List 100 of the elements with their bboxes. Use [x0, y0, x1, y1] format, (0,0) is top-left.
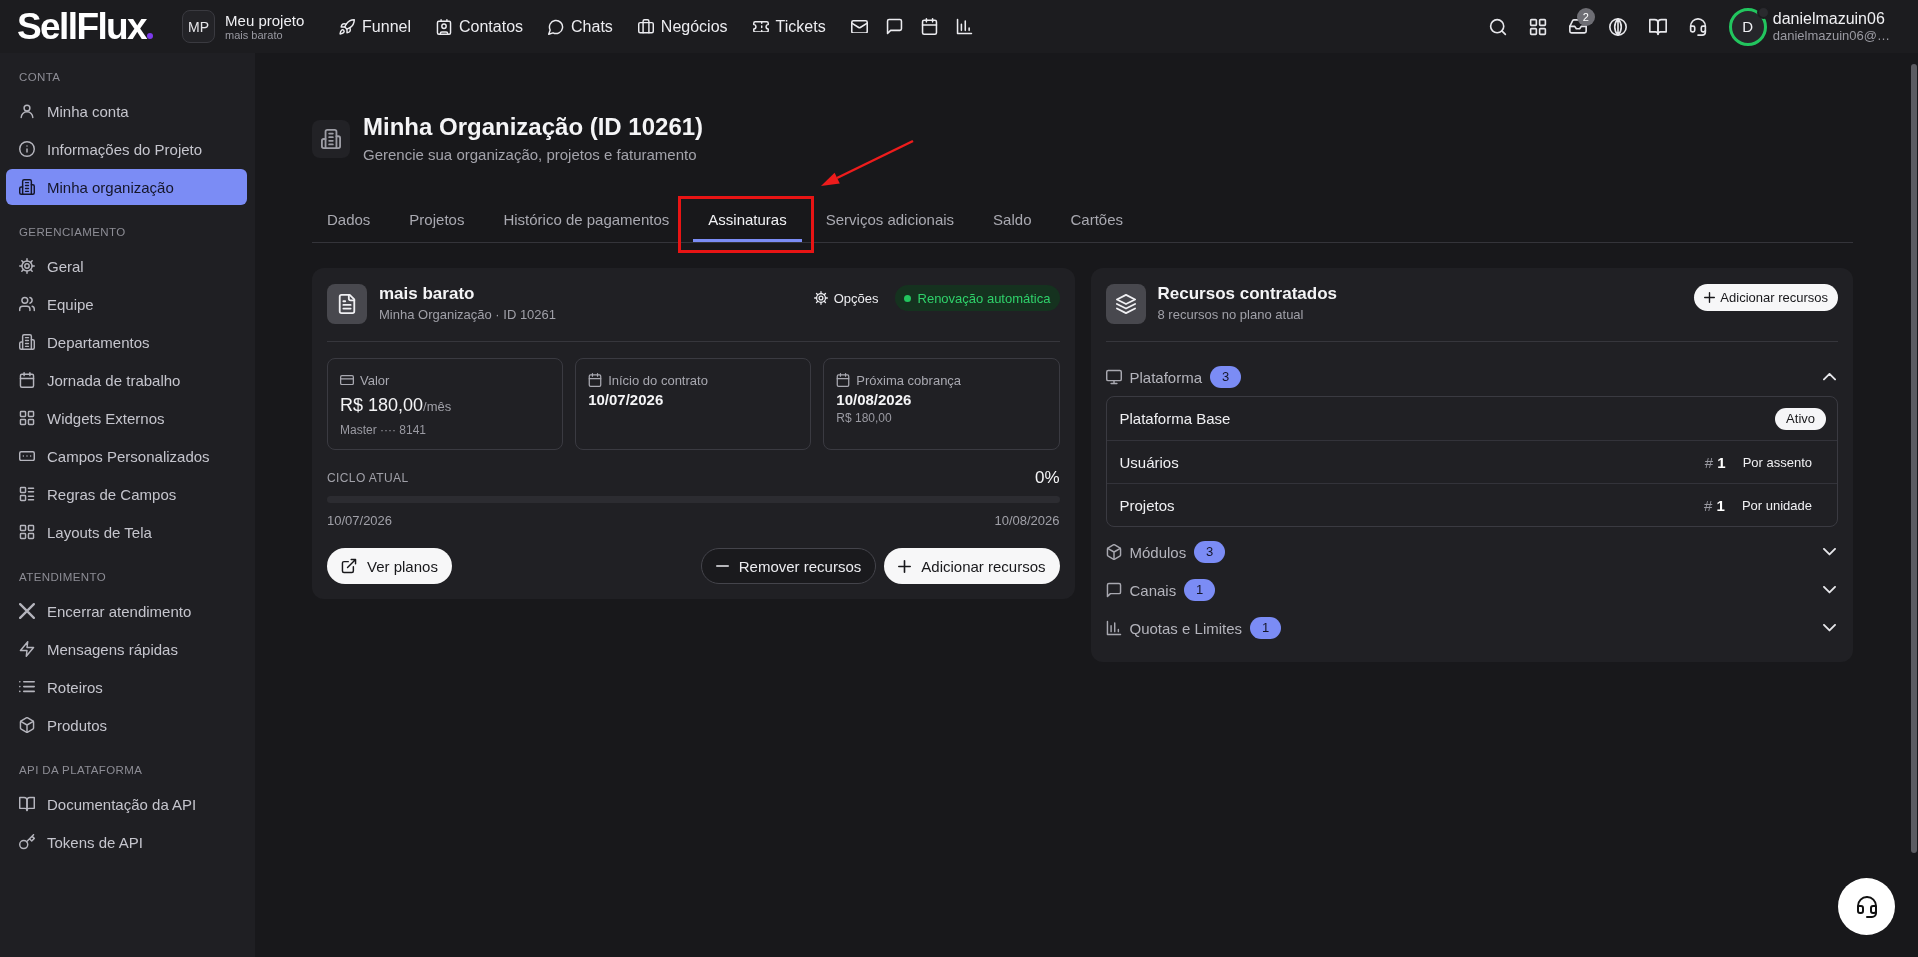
tab[interactable]: Serviços adicionais: [810, 196, 970, 242]
book-icon: [19, 796, 35, 812]
nav-link[interactable]: Chats: [548, 17, 613, 36]
building-icon: [19, 179, 35, 195]
group-label[interactable]: Quotas e Limites: [1129, 619, 1243, 637]
sidebar-item[interactable]: Documentação da API: [6, 786, 247, 822]
sidebar-item[interactable]: Geral: [6, 248, 247, 284]
sidebar-item[interactable]: Encerrar atendimento: [6, 593, 247, 629]
view-plans-button[interactable]: Ver planos: [327, 548, 452, 584]
message-icon[interactable]: [885, 18, 903, 35]
user-avatar[interactable]: D: [1728, 7, 1767, 46]
options-button[interactable]: Opções: [813, 290, 879, 306]
stat-detail: Master ···· 8141: [340, 422, 428, 438]
section-title: API DA PLATAFORMA: [18, 763, 144, 778]
add-resources-button[interactable]: Adicionar recursos: [884, 548, 1060, 584]
page-subtitle: Gerencie sua organização, projetos e faturamento: [363, 146, 698, 164]
resource-name: Usuários: [1119, 453, 1180, 471]
sidebar-item[interactable]: Minha conta: [6, 93, 247, 129]
headset-icon: [1855, 895, 1878, 918]
scrollbar-thumb[interactable]: [1911, 64, 1917, 853]
list-icon: [19, 681, 35, 693]
chevron-down-icon[interactable]: [1823, 548, 1836, 556]
sidebar-item[interactable]: Regras de Campos: [6, 476, 247, 512]
tab[interactable]: Cartões: [1055, 196, 1138, 242]
contact-card-icon: [436, 18, 452, 35]
grid-icon: [19, 524, 35, 540]
sidebar-item[interactable]: Tokens de API: [6, 824, 247, 860]
sidebar-item[interactable]: Campos Personalizados: [6, 438, 247, 474]
help-button[interactable]: [1838, 878, 1895, 935]
billing-unit: Por unidade: [1741, 497, 1812, 513]
globe-icon[interactable]: [1608, 17, 1627, 36]
stat-label: Valor: [360, 372, 390, 388]
mail-icon[interactable]: [850, 19, 868, 34]
sidebar-item[interactable]: Mensagens rápidas: [6, 631, 247, 667]
calendar-icon[interactable]: [920, 18, 938, 35]
sidebar-item[interactable]: Departamentos: [6, 324, 247, 360]
sidebar-item[interactable]: Roteiros: [6, 669, 247, 705]
section-title: ATENDIMENTO: [18, 570, 108, 585]
monitor-icon: [1105, 369, 1122, 385]
resources-title: Recursos contratados: [1157, 284, 1338, 304]
settings-icon: [813, 291, 828, 305]
cycle-start-date: 10/07/2026: [327, 513, 393, 529]
sidebar-item[interactable]: Produtos: [6, 707, 247, 743]
sidebar-item[interactable]: Minha organização: [6, 169, 247, 205]
chevron-down-icon[interactable]: [1823, 624, 1836, 632]
cycle-percent: 0%: [1034, 468, 1060, 488]
document-icon: [327, 284, 367, 324]
remove-resources-button[interactable]: Remover recursos: [700, 548, 877, 584]
chevron-up-icon[interactable]: [1823, 373, 1836, 381]
inbox-icon[interactable]: [1568, 19, 1587, 34]
nav-link[interactable]: Funnel: [339, 17, 411, 36]
tab[interactable]: Projetos: [394, 196, 480, 242]
key-icon: [19, 834, 35, 850]
apps-grid-icon[interactable]: [1528, 17, 1547, 36]
settings-icon: [19, 258, 35, 274]
tab[interactable]: Saldo: [978, 196, 1047, 242]
cycle-end-date: 10/08/2026: [994, 513, 1060, 529]
search-icon[interactable]: [1488, 17, 1507, 36]
credit-card-icon: [340, 374, 354, 386]
add-resources-button[interactable]: Adicionar recursos: [1694, 284, 1838, 311]
nav-link[interactable]: Tickets: [752, 17, 826, 36]
plus-icon: [1704, 292, 1716, 303]
calendar-icon: [588, 373, 603, 387]
user-name: danielmazuin06: [1772, 9, 1886, 28]
tab[interactable]: Assinaturas: [693, 196, 802, 242]
user-email: danielmazuin06@…: [1772, 28, 1890, 44]
bar-chart-icon[interactable]: [955, 18, 973, 35]
sidebar-item[interactable]: Widgets Externos: [6, 400, 247, 436]
stat-label: Início do contrato: [608, 372, 708, 388]
group-label[interactable]: Módulos: [1129, 543, 1187, 561]
briefcase-icon: [637, 18, 654, 35]
group-label[interactable]: Canais: [1129, 581, 1177, 599]
tab[interactable]: Histórico de pagamentos: [488, 196, 685, 242]
sidebar-item[interactable]: Jornada de trabalho: [6, 362, 247, 398]
project-name[interactable]: Meu projeto: [225, 11, 305, 29]
quantity: # 1: [1704, 496, 1725, 514]
stat-value: 10/08/2026: [836, 391, 912, 408]
info-icon: [19, 141, 35, 157]
nav-link[interactable]: Contatos: [436, 17, 524, 36]
tab[interactable]: Dados: [312, 196, 386, 242]
sidebar-item[interactable]: Informações do Projeto: [6, 131, 247, 167]
chevron-down-icon[interactable]: [1823, 586, 1836, 594]
sidebar-item[interactable]: Equipe: [6, 286, 247, 322]
calendar-icon: [19, 372, 35, 388]
nav-link[interactable]: Negócios: [637, 17, 728, 36]
book-icon[interactable]: [1648, 17, 1667, 36]
plan-name: mais barato: [379, 284, 476, 304]
sidebar-item[interactable]: Layouts de Tela: [6, 514, 247, 550]
headset-icon[interactable]: [1688, 17, 1707, 36]
group-label[interactable]: Plataforma: [1129, 368, 1203, 386]
count-badge: 1: [1250, 617, 1282, 639]
project-avatar[interactable]: MP: [182, 10, 216, 43]
section-title: CONTA: [18, 70, 62, 85]
cycle-label: CICLO ATUAL: [327, 471, 409, 485]
stat-unit: /mês: [423, 399, 452, 414]
count-badge: 1: [1184, 579, 1216, 601]
close-icon: [19, 603, 35, 619]
lightning-icon: [19, 641, 35, 657]
logo[interactable]: SellFlux: [17, 6, 147, 47]
external-link-icon: [341, 558, 357, 574]
